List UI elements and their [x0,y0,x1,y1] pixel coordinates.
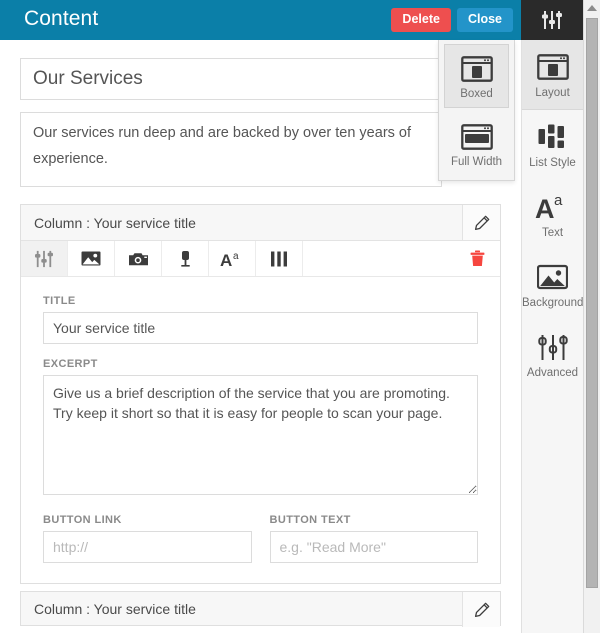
layout-option-boxed-label: Boxed [460,87,493,100]
field-group-button-text: BUTTON TEXT [269,514,478,563]
tool-columns-button[interactable] [256,241,303,276]
background-image-icon [537,260,568,294]
field-group-excerpt: EXCERPT [43,358,478,500]
sidebar-item-text[interactable]: A a Text [522,180,583,250]
svg-text:A: A [535,194,555,221]
column-toolbar: A a [21,241,500,277]
top-header-bar: Content Delete Close [0,0,521,40]
trash-icon [470,250,485,267]
columns-icon [270,251,288,267]
svg-text:a: a [554,193,563,209]
title-field-label: TITLE [43,295,76,307]
sidebar-item-background[interactable]: Background [522,250,583,320]
tool-map-pin-button[interactable] [162,241,209,276]
sidebar-item-layout-label: Layout [535,87,570,99]
section-description-textarea[interactable] [20,112,442,187]
svg-text:a: a [233,251,239,262]
column-delete-button[interactable] [454,241,500,276]
list-style-icon [538,120,568,154]
right-sidebar: Layout List Style A a Text Background Ad… [521,40,583,633]
collapsed-column-label: Column : Your service title [34,600,196,617]
sliders-icon [34,250,54,268]
column-edit-button[interactable] [462,205,500,240]
scrollbar-thumb[interactable] [586,18,598,588]
tool-camera-button[interactable] [115,241,162,276]
layout-option-full-width[interactable]: Full Width [444,112,509,176]
section-title-input[interactable] [20,58,442,100]
excerpt-textarea[interactable] [43,375,478,495]
image-icon [81,250,101,267]
pencil-icon [474,602,490,618]
excerpt-field-label: EXCERPT [43,358,98,370]
layout-icon [536,50,569,84]
header-actions: Delete Close [391,8,513,32]
column-panel-open: Column : Your service title A a TITLE Yo… [20,204,501,584]
camera-icon [128,251,149,267]
field-group-title: TITLE [43,295,478,344]
title-input[interactable] [43,312,478,344]
sidebar-item-text-label: Text [541,227,564,239]
column-body: TITLE EXCERPT BUTTON LINK BUTTON TEXT [21,277,500,583]
column-header[interactable]: Column : Your service title [21,205,500,241]
scroll-up-arrow-icon[interactable] [584,0,600,16]
sidebar-item-list-style[interactable]: List Style [522,110,583,180]
pencil-icon [474,215,490,231]
sidebar-item-advanced[interactable]: Advanced [522,320,583,390]
sidebar-item-advanced-label: Advanced [526,367,579,379]
text-aa-icon: A a [535,190,571,224]
button-text-label: BUTTON TEXT [269,514,351,526]
page-scrollbar[interactable] [583,0,600,633]
sidebar-item-list-style-label: List Style [529,157,576,169]
tool-image-button[interactable] [68,241,115,276]
sliders-icon [537,330,568,364]
layout-option-boxed[interactable]: Boxed [444,44,509,108]
text-aa-icon: A a [220,250,244,268]
button-text-input[interactable] [269,531,478,563]
app-root: Content Delete Close Our Services Our se… [0,0,600,633]
sliders-icon [541,10,563,30]
button-link-input[interactable] [43,531,252,563]
column-panel-collapsed[interactable]: Column : Your service title [20,591,501,627]
page-title: Content [24,7,99,30]
layout-option-full-width-label: Full Width [450,155,503,168]
close-button[interactable]: Close [456,8,513,32]
collapsed-column-edit-button[interactable] [462,592,500,627]
field-row-button: BUTTON LINK BUTTON TEXT [43,514,478,563]
svg-text:A: A [220,251,232,268]
sidebar-item-layout[interactable]: Layout [522,40,583,110]
tool-settings-button[interactable] [21,241,68,276]
layout-dropdown-panel: Boxed Full Width [438,40,515,181]
delete-button[interactable]: Delete [391,8,451,32]
sidebar-item-background-label: Background [522,297,583,309]
button-link-label: BUTTON LINK [43,514,122,526]
boxed-layout-icon [460,53,493,85]
column-header-label: Column : Your service title [34,214,196,231]
header-settings-toggle[interactable] [521,0,583,40]
tool-text-button[interactable]: A a [209,241,256,276]
full-width-layout-icon [460,121,493,153]
field-group-button-link: BUTTON LINK [43,514,252,563]
map-pin-icon [179,250,192,268]
